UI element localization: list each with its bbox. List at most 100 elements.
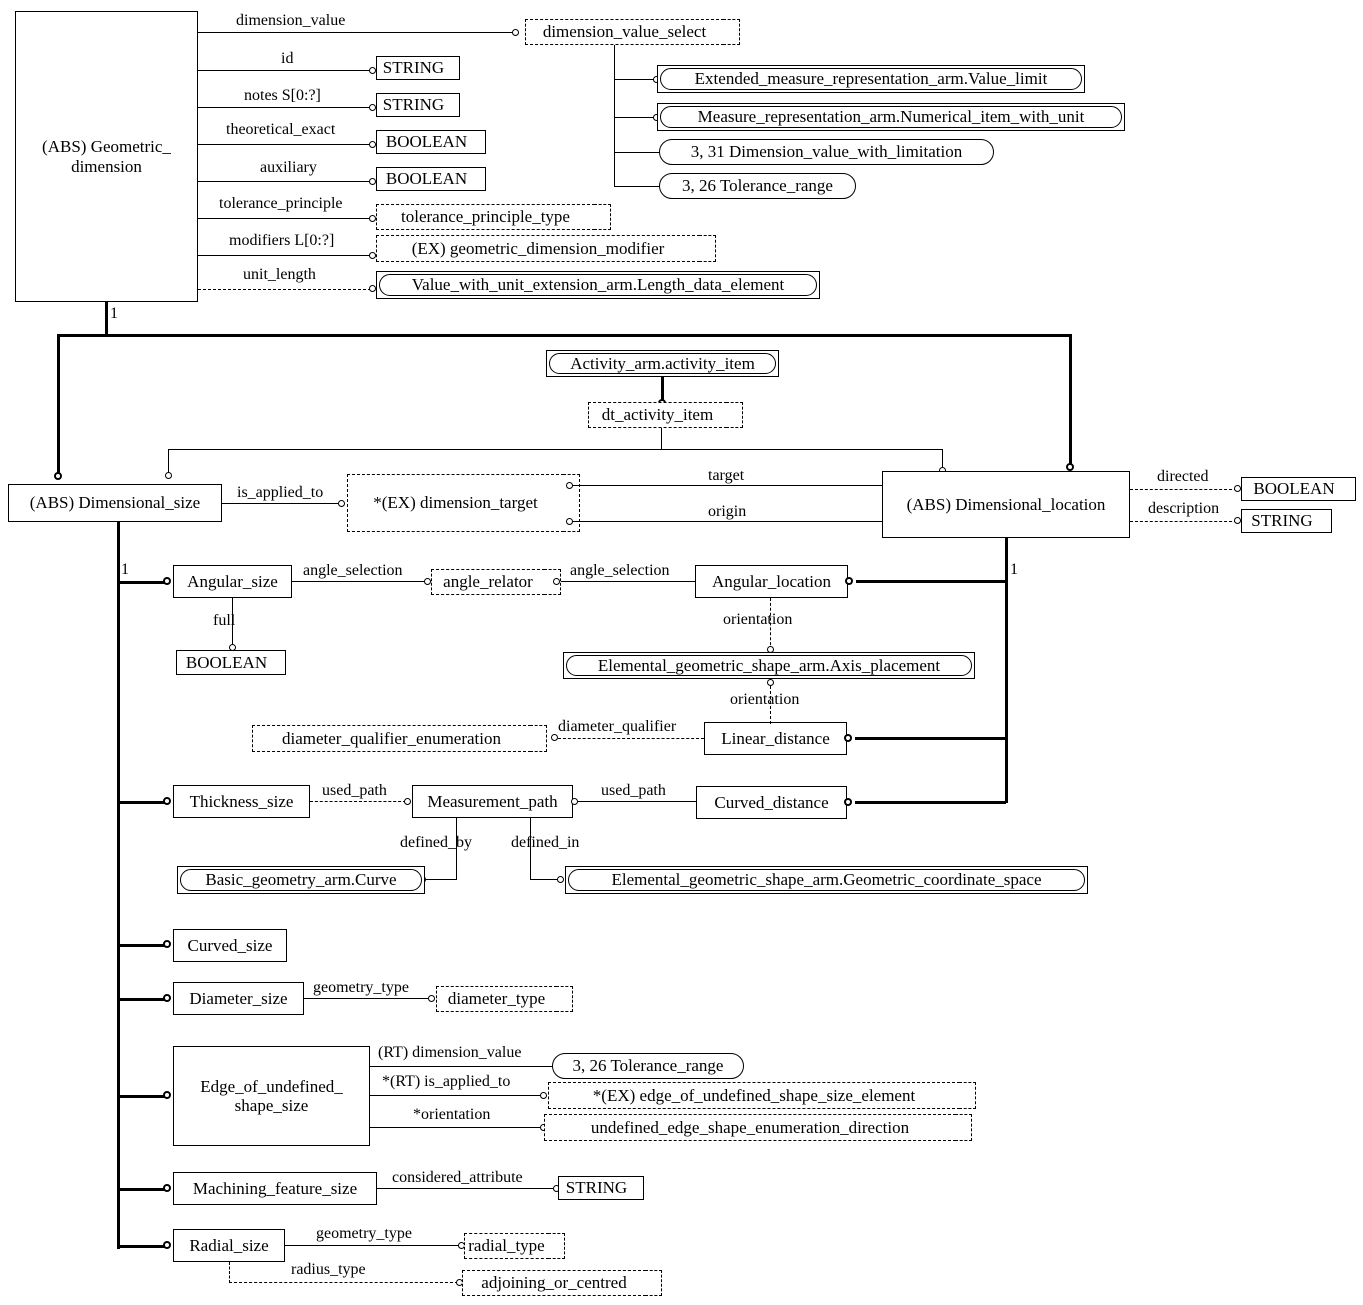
line-radius-type-vertical bbox=[229, 1262, 230, 1283]
circle-unit-length bbox=[369, 285, 376, 292]
simple-type-string-considered-attribute-bar bbox=[634, 1176, 644, 1200]
select-type-dimension-value-select[interactable]: dimension_value_select bbox=[525, 19, 740, 45]
circle-angle-selection-left bbox=[424, 578, 431, 585]
simple-type-boolean-directed[interactable]: BOOLEAN bbox=[1241, 477, 1356, 501]
simple-type-boolean-theoretical-exact[interactable]: BOOLEAN bbox=[376, 130, 486, 154]
label-is-applied-to: is_applied_to bbox=[237, 484, 324, 501]
circle-subtype-angular-size bbox=[163, 577, 171, 585]
circle-defined-in bbox=[557, 876, 564, 883]
defined-type-tolerance-principle-type[interactable]: tolerance_principle_type bbox=[376, 204, 611, 230]
label-angle-selection-left: angle_selection bbox=[303, 562, 403, 579]
subtype-branch-angular-size bbox=[117, 581, 167, 584]
label-geometry-type-diameter: geometry_type bbox=[313, 979, 409, 996]
circle-orientation-bottom bbox=[767, 679, 774, 686]
subtype-spine-dimensional-location bbox=[1005, 538, 1008, 803]
page-ref-dimension-value-with-limitation-label: 3, 31 Dimension_value_with_limitation bbox=[690, 142, 963, 162]
entity-radial-size[interactable]: Radial_size bbox=[173, 1229, 285, 1262]
entity-linear-distance[interactable]: Linear_distance bbox=[704, 722, 847, 755]
simple-type-string-notes[interactable]: STRING bbox=[376, 93, 460, 117]
subtype-branch-machining-feature-size bbox=[117, 1188, 167, 1191]
entity-diameter-size[interactable]: Diameter_size bbox=[173, 982, 304, 1015]
entity-dimensional-size-label: (ABS) Dimensional_size bbox=[29, 493, 201, 513]
simple-type-string-description[interactable]: STRING bbox=[1241, 509, 1332, 533]
label-used-path-left: used_path bbox=[322, 782, 387, 799]
line-target bbox=[570, 485, 882, 487]
entity-geometric-dimension[interactable]: (ABS) Geometric_ dimension bbox=[15, 11, 198, 302]
select-type-edge-of-undefined-shape-size-element[interactable]: *(EX) edge_of_undefined_shape_size_eleme… bbox=[548, 1082, 976, 1109]
entity-angular-size-label: Angular_size bbox=[187, 571, 278, 591]
entity-curved-size-label: Curved_size bbox=[187, 935, 273, 955]
page-ref-tolerance-range-top[interactable]: 3, 26 Tolerance_range bbox=[659, 173, 856, 199]
label-modifiers: modifiers L[0:?] bbox=[229, 232, 335, 249]
line-is-applied-to bbox=[222, 503, 340, 505]
entity-curved-size[interactable]: Curved_size bbox=[173, 929, 287, 962]
imported-entity-geometric-coordinate-space-label: Elemental_geometric_shape_arm.Geometric_… bbox=[568, 869, 1085, 891]
line-origin bbox=[570, 521, 882, 523]
entity-curved-distance[interactable]: Curved_distance bbox=[696, 786, 847, 819]
simple-type-string-considered-attribute[interactable]: STRING bbox=[558, 1176, 644, 1200]
defined-type-diameter-qualifier-enumeration-bar bbox=[530, 725, 547, 752]
line-description bbox=[1130, 521, 1237, 522]
entity-angular-location-label: Angular_location bbox=[712, 571, 831, 591]
circle-notes bbox=[369, 104, 376, 111]
defined-type-adjoining-or-centred[interactable]: adjoining_or_centred bbox=[462, 1270, 662, 1296]
select-type-dt-activity-item[interactable]: dt_activity_item bbox=[588, 402, 743, 428]
defined-type-diameter-type[interactable]: diameter_type bbox=[436, 986, 573, 1012]
circle-modifiers bbox=[369, 252, 376, 259]
entity-thickness-size[interactable]: Thickness_size bbox=[173, 785, 310, 818]
circle-rt-is-applied-to bbox=[540, 1092, 547, 1099]
select-type-dimension-target[interactable]: *(EX) dimension_target bbox=[347, 474, 580, 532]
line-tolerance-principle bbox=[198, 218, 371, 220]
imported-entity-axis-placement[interactable]: Elemental_geometric_shape_arm.Axis_place… bbox=[563, 652, 975, 679]
simple-type-boolean-auxiliary-bar bbox=[476, 167, 486, 191]
supertype-drop-dimensional-size bbox=[57, 334, 60, 476]
simple-type-boolean-theoretical-exact-box: BOOLEAN bbox=[376, 130, 477, 154]
line-notes bbox=[198, 107, 371, 109]
select-branch-2 bbox=[614, 117, 656, 119]
circle-subtype-curved-size bbox=[163, 940, 171, 948]
label-considered-attribute: considered_attribute bbox=[392, 1169, 523, 1186]
select-type-angle-relator[interactable]: angle_relator bbox=[431, 569, 561, 595]
label-unit-length: unit_length bbox=[243, 266, 316, 283]
imported-entity-curve[interactable]: Basic_geometry_arm.Curve bbox=[177, 866, 425, 894]
defined-type-undefined-edge-shape-enumeration-direction[interactable]: undefined_edge_shape_enumeration_directi… bbox=[544, 1114, 972, 1141]
label-rt-dimension-value: (RT) dimension_value bbox=[378, 1044, 522, 1061]
entity-edge-of-undefined-shape-size[interactable]: Edge_of_undefined_ shape_size bbox=[173, 1046, 370, 1146]
simple-type-boolean-full[interactable]: BOOLEAN bbox=[176, 650, 286, 675]
entity-measurement-path[interactable]: Measurement_path bbox=[412, 785, 573, 818]
simple-type-string-id[interactable]: STRING bbox=[376, 56, 460, 80]
circle-supertype-dimensional-size bbox=[54, 472, 62, 480]
defined-type-geometric-dimension-modifier[interactable]: (EX) geometric_dimension_modifier bbox=[376, 235, 716, 262]
imported-entity-geometric-coordinate-space[interactable]: Elemental_geometric_shape_arm.Geometric_… bbox=[565, 866, 1088, 894]
defined-type-radial-type[interactable]: radial_type bbox=[464, 1233, 565, 1259]
imported-entity-activity-item[interactable]: Activity_arm.activity_item bbox=[546, 350, 779, 377]
imported-entity-length-data-element[interactable]: Value_with_unit_extension_arm.Length_dat… bbox=[376, 271, 820, 299]
subtype-branch-radial-size bbox=[117, 1245, 167, 1248]
imported-entity-numerical-item-with-unit-label: Measure_representation_arm.Numerical_ite… bbox=[660, 106, 1122, 128]
circle-subtype-edge-of-undefined-shape-size bbox=[163, 1091, 171, 1099]
circle-id bbox=[369, 67, 376, 74]
defined-type-radial-type-box: radial_type bbox=[464, 1233, 549, 1259]
entity-angular-size[interactable]: Angular_size bbox=[173, 565, 292, 598]
entity-angular-location[interactable]: Angular_location bbox=[695, 565, 848, 598]
simple-type-boolean-directed-box: BOOLEAN bbox=[1241, 477, 1347, 501]
label-angle-selection-right: angle_selection bbox=[570, 562, 670, 579]
select-type-dimension-target-box: *(EX) dimension_target bbox=[347, 474, 564, 532]
entity-thickness-size-label: Thickness_size bbox=[189, 791, 294, 811]
entity-dimensional-location[interactable]: (ABS) Dimensional_location bbox=[882, 471, 1130, 538]
entity-measurement-path-label: Measurement_path bbox=[427, 791, 558, 811]
subtype-branch-diameter-size bbox=[117, 998, 167, 1001]
label-defined-in: defined_in bbox=[511, 834, 580, 851]
page-ref-dimension-value-with-limitation[interactable]: 3, 31 Dimension_value_with_limitation bbox=[659, 139, 994, 165]
page-ref-tolerance-range-bottom[interactable]: 3, 26 Tolerance_range bbox=[552, 1053, 744, 1079]
entity-machining-feature-size[interactable]: Machining_feature_size bbox=[173, 1172, 377, 1205]
select-type-edge-of-undefined-shape-size-element-bar bbox=[959, 1082, 976, 1109]
select-trunk-vertical bbox=[614, 45, 616, 187]
entity-dimensional-size[interactable]: (ABS) Dimensional_size bbox=[8, 484, 222, 522]
supertype-drop-dimensional-location bbox=[1069, 334, 1072, 467]
imported-entity-numerical-item-with-unit[interactable]: Measure_representation_arm.Numerical_ite… bbox=[657, 103, 1125, 131]
simple-type-boolean-auxiliary[interactable]: BOOLEAN bbox=[376, 167, 486, 191]
defined-type-diameter-type-box: diameter_type bbox=[436, 986, 557, 1012]
imported-entity-value-limit[interactable]: Extended_measure_representation_arm.Valu… bbox=[657, 65, 1085, 93]
defined-type-diameter-qualifier-enumeration[interactable]: diameter_qualifier_enumeration bbox=[252, 725, 547, 752]
